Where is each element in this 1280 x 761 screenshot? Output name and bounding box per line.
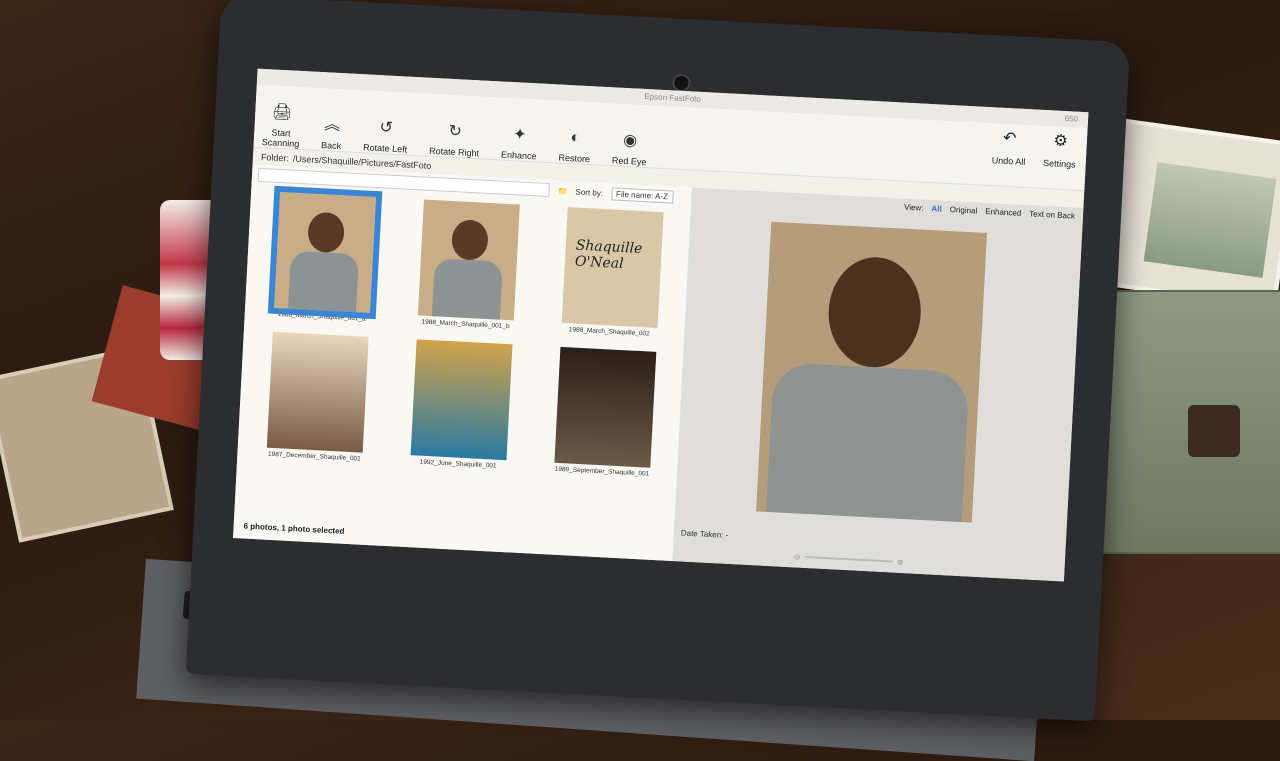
undo-icon: ↶ xyxy=(1002,129,1017,148)
toolbar-button-label: Back xyxy=(320,140,342,152)
photo-stack-image xyxy=(1143,162,1277,278)
photo-box-latch xyxy=(1188,405,1240,457)
rotate-right-icon: ↻ xyxy=(448,122,463,141)
zoom-in-icon[interactable]: ⊕ xyxy=(897,557,904,566)
view-option-enhanced[interactable]: Enhanced xyxy=(985,207,1021,218)
toolbar-button-label: Settings xyxy=(1042,157,1076,170)
undo-all-button[interactable]: ↶ Undo All xyxy=(991,127,1026,167)
rotate-left-icon: ↺ xyxy=(379,119,394,137)
toolbar-button-rotate-right[interactable]: ↻ Rotate Right xyxy=(429,120,481,159)
zoom-out-icon[interactable]: ⊖ xyxy=(794,552,801,561)
view-option-text-on-back[interactable]: Text on Back xyxy=(1029,209,1075,220)
thumbnail-image xyxy=(410,339,513,461)
app-title: Epson FastFoto xyxy=(644,91,702,104)
thumbnail-caption: 1992_June_Shaquille_001 xyxy=(419,458,497,470)
thumbnail-caption: 1988_March_Shaquille_001_b xyxy=(421,318,510,331)
date-taken: Date Taken: - xyxy=(680,528,729,540)
photo-thumbnail[interactable]: 1988_March_Shaquille_001_a xyxy=(257,185,393,324)
folder-label: Folder: xyxy=(260,151,290,164)
thumbnail-image: Shaquille O'Neal xyxy=(561,207,664,328)
thumbnail-caption: 1988_March_Shaquille_001_a xyxy=(277,311,366,323)
photo-thumbnail[interactable]: 1989_September_Shaquille_001 xyxy=(537,346,673,479)
sort-select[interactable]: File name: A-Z xyxy=(610,186,674,204)
app-badge: 650 xyxy=(1064,113,1079,124)
thumbnail-image xyxy=(266,331,369,453)
scanner-icon: 🖨 xyxy=(271,103,293,122)
status-text: 6 photos, 1 photo selected xyxy=(243,521,345,536)
view-option-all[interactable]: All xyxy=(931,204,942,214)
toolbar-button-start-scanning[interactable]: 🖨 Start Scanning xyxy=(261,101,302,149)
toolbar-button-restore[interactable]: ◐ Restore xyxy=(558,129,591,165)
preview-pane: View: All Original Enhanced Text on Back Dat… xyxy=(673,187,1084,582)
eye-icon: ◉ xyxy=(622,131,638,150)
thumbnail-caption: 1987_December_Shaquille_001 xyxy=(267,450,361,463)
photo-thumbnail[interactable]: 1987_December_Shaquille_001 xyxy=(249,331,385,464)
zoom-slider[interactable]: ⊖ ⊕ xyxy=(794,551,904,567)
thumbnail-image xyxy=(554,346,657,468)
view-option-original[interactable]: Original xyxy=(950,205,978,215)
toolbar-button-label: Enhance xyxy=(500,149,537,162)
photo-thumbnail[interactable]: 1992_June_Shaquille_001 xyxy=(393,338,529,471)
toolbar-button-red-eye[interactable]: ◉ Red Eye xyxy=(612,129,648,167)
thumbnail-caption: 1988_March_Shaquille_002 xyxy=(568,326,650,338)
toolbar-right: ↶ Undo All ⚙ Settings xyxy=(991,127,1077,170)
toolbar-button-enhance[interactable]: ✦ Enhance xyxy=(500,124,538,162)
preview-image xyxy=(756,221,987,523)
app-window: Epson FastFoto 650 🖨 Start Scanning ︽ Back ↺… xyxy=(232,68,1089,582)
thumbnail-image xyxy=(267,185,383,320)
thumbnail-grid: 1988_March_Shaquille_001_a 1988_March_Sha… xyxy=(237,184,691,485)
gear-icon: ⚙ xyxy=(1053,132,1069,151)
magic-wand-icon: ✦ xyxy=(512,126,527,144)
sort-label: Sort by: xyxy=(575,186,604,198)
thumbnail-pane: 📁 Sort by: File name: A-Z 1988_March_Sha… xyxy=(232,164,693,562)
thumbnail-caption: 1989_September_Shaquille_001 xyxy=(554,465,650,478)
thumbnail-image xyxy=(417,199,520,321)
view-filter: View: All Original Enhanced Text on Back xyxy=(904,203,1075,221)
content-area: 📁 Sort by: File name: A-Z 1988_March_Sha… xyxy=(232,164,1084,582)
laptop-lid: Epson FastFoto 650 🖨 Start Scanning ︽ Back ↺… xyxy=(185,0,1131,722)
toolbar-button-label: Red Eye xyxy=(611,155,647,168)
toolbar-button-label: Restore xyxy=(558,152,591,165)
folder-open-icon[interactable]: 📁 xyxy=(557,186,567,196)
toolbar-button-label: Start Scanning xyxy=(261,127,300,149)
photo-thumbnail[interactable]: Shaquille O'Neal 1988_March_Shaquille_002 xyxy=(544,206,680,339)
settings-button[interactable]: ⚙ Settings xyxy=(1042,130,1077,170)
webcam-icon xyxy=(671,73,691,93)
toolbar-button-label: Undo All xyxy=(991,155,1026,167)
photo-thumbnail[interactable]: 1988_March_Shaquille_001_b xyxy=(400,199,536,332)
signature-text: Shaquille O'Neal xyxy=(574,237,643,273)
toolbar-button-rotate-left[interactable]: ↺ Rotate Left xyxy=(363,116,409,154)
toolbar-button-back[interactable]: ︽ Back xyxy=(321,110,343,151)
zoom-track[interactable] xyxy=(804,555,894,563)
view-label: View: xyxy=(903,202,924,213)
chevron-up-icon: ︽ xyxy=(323,116,341,135)
restore-icon: ◐ xyxy=(570,129,581,147)
